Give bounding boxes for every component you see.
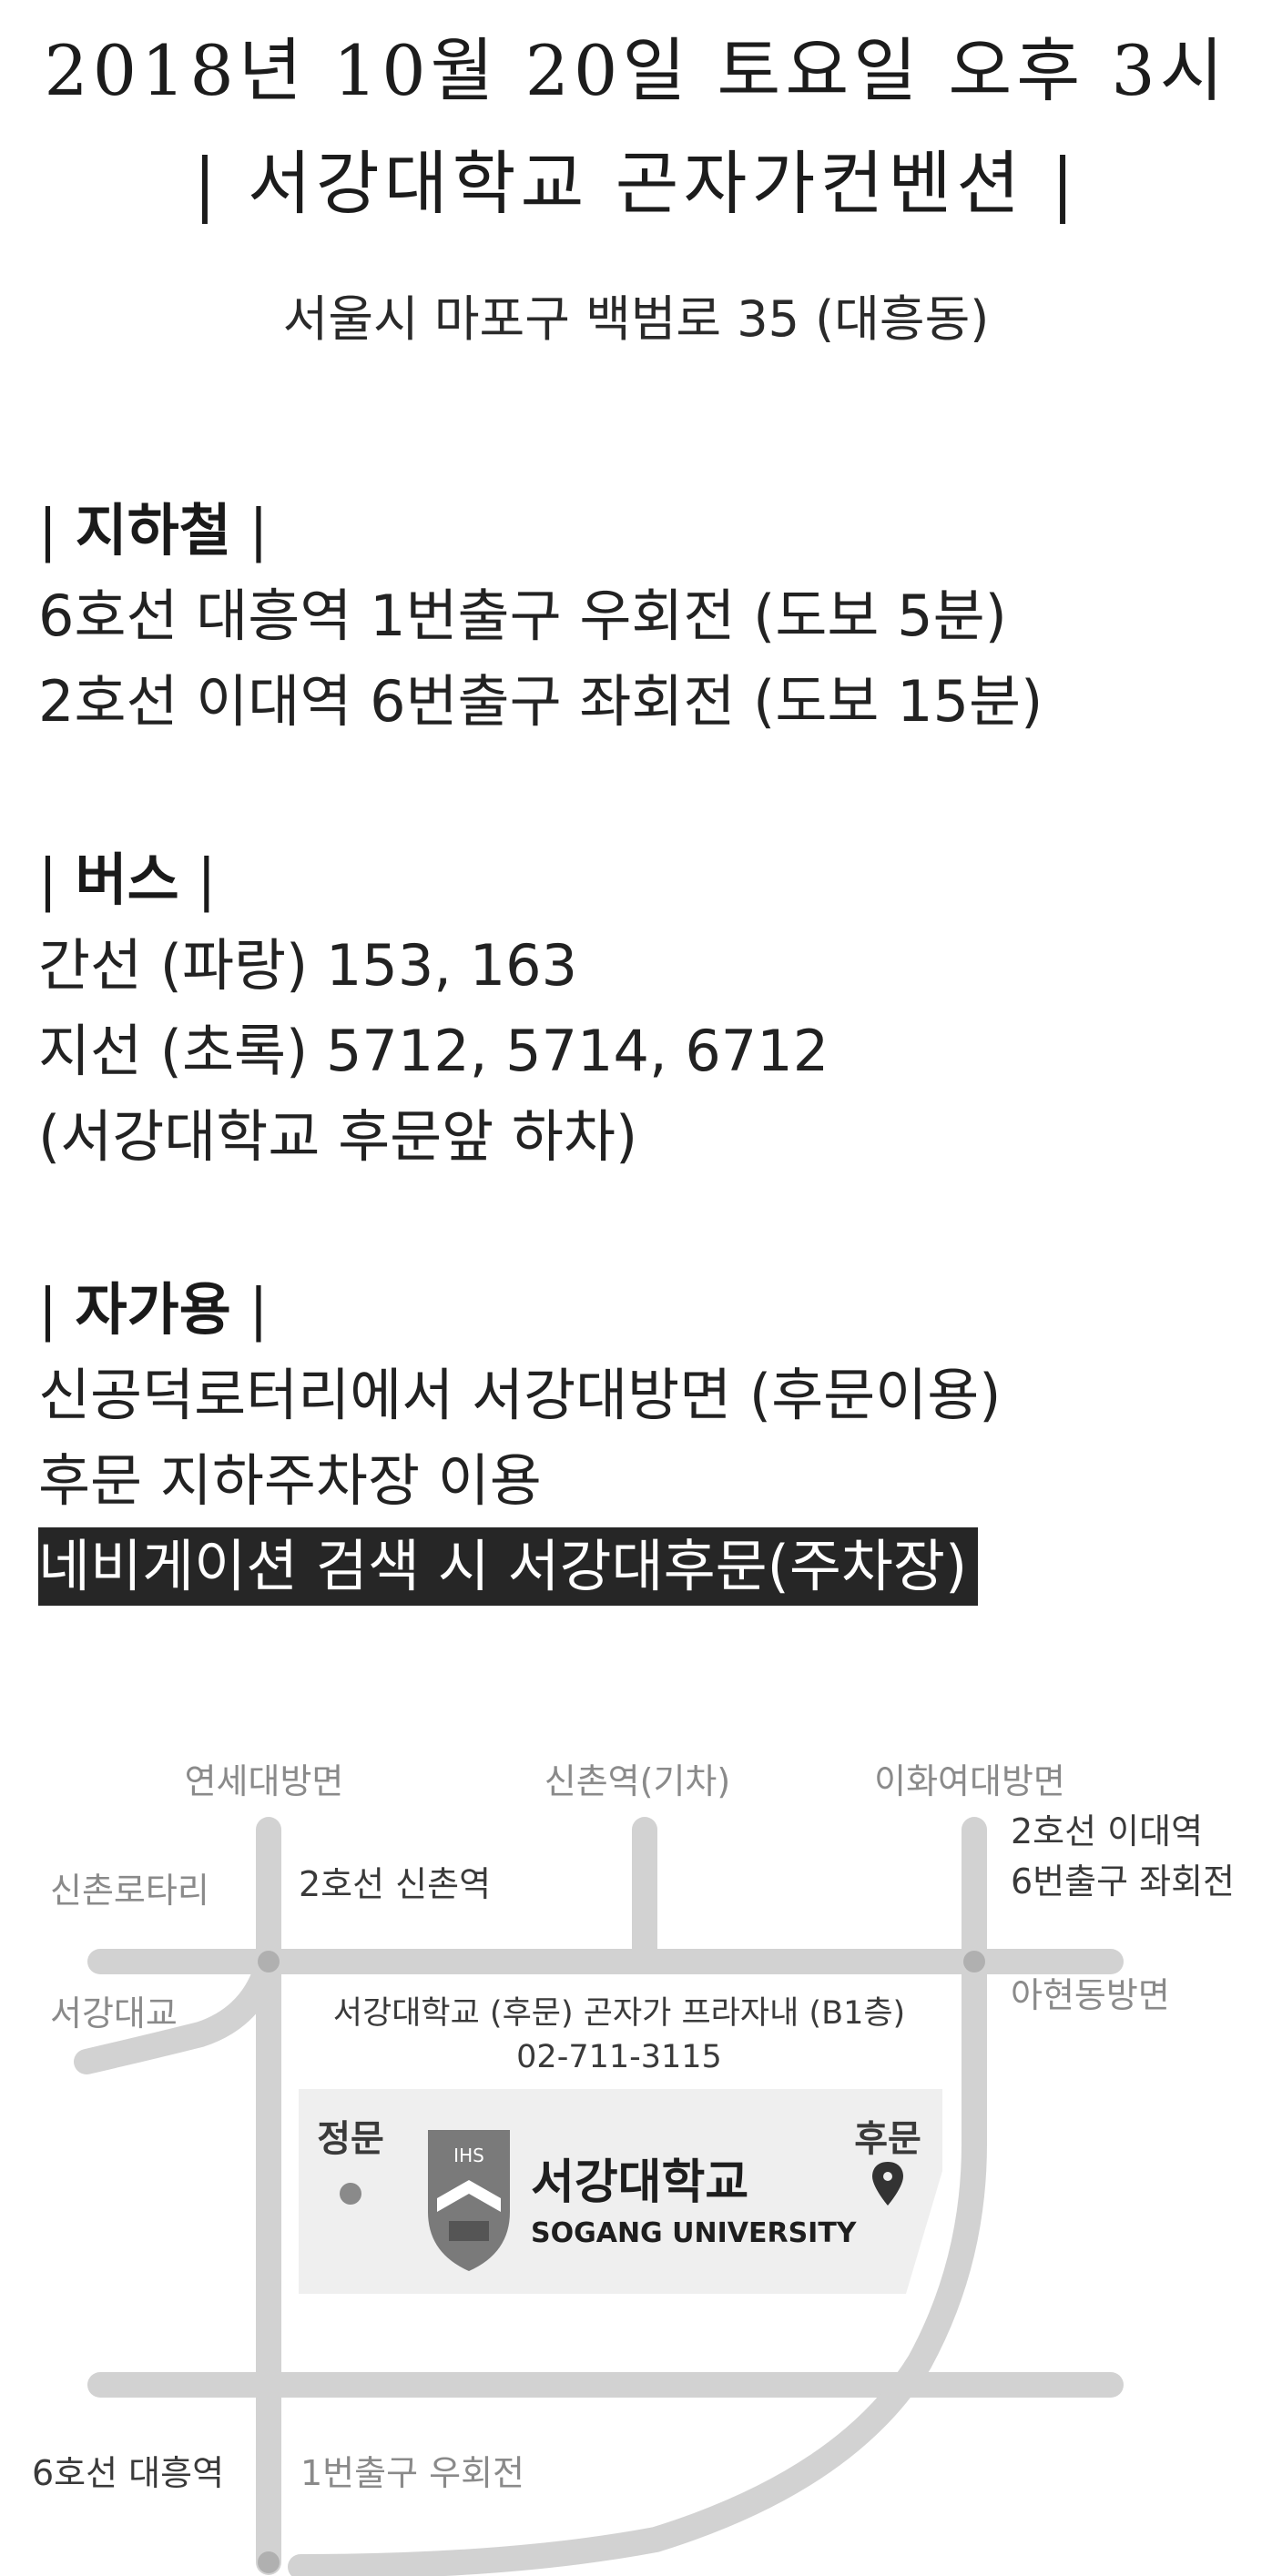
label-sinchon-train: 신촌역(기차) <box>544 1761 730 1801</box>
venue-name: | 서강대학교 곤자가컨벤션 | <box>193 143 1079 224</box>
label-ewha-exit: 6번출구 좌회전 <box>1011 1861 1235 1902</box>
label-ewha: 이화여대방면 <box>874 1761 1065 1801</box>
label-daeheung: 6호선 대흥역 <box>32 2453 224 2493</box>
label-main-gate: 정문 <box>317 2118 384 2160</box>
bus-line-3: (서강대학교 후문앞 하차) <box>38 1103 638 1170</box>
label-phone: 02-711-3115 <box>516 2039 722 2075</box>
label-back-gate: 후문 <box>854 2118 921 2160</box>
subway-line-2: 2호선 이대역 6번출구 좌회전 (도보 15분) <box>38 668 1043 735</box>
subway-line-1: 6호선 대흥역 1번출구 우회전 (도보 5분) <box>38 583 1007 649</box>
logo-english: SOGANG UNIVERSITY <box>531 2217 858 2249</box>
subway-title: | 지하철 | <box>38 497 269 563</box>
label-sinchon-rotary: 신촌로타리 <box>50 1871 209 1911</box>
crest-text: IHS <box>453 2145 484 2166</box>
navigation-highlight: 네비게이션 검색 시 서강대후문(주차장) <box>38 1527 979 1606</box>
label-ahyeon: 아현동방면 <box>1011 1975 1170 2015</box>
label-ewha-station: 2호선 이대역 <box>1011 1811 1203 1851</box>
intersection-marker <box>258 2551 280 2573</box>
bus-section: | 버스 | 간선 (파랑) 153, 163 지선 (초록) 5712, 57… <box>38 837 829 1180</box>
label-exit1: 1번출구 우회전 <box>300 2453 524 2493</box>
event-date: 2018년 10월 20일 토요일 오후 3시 <box>44 30 1228 111</box>
car-line-1: 신공덕로터리에서 서강대방면 (후문이용) <box>38 1362 1002 1428</box>
label-venue: 서강대학교 (후문) 곤자가 프라자내 (B1층) <box>333 1995 905 2032</box>
main-gate-marker <box>340 2183 361 2205</box>
bus-line-1: 간선 (파랑) 153, 163 <box>38 932 578 999</box>
label-sogang-bridge: 서강대교 <box>50 1993 178 2033</box>
bus-title: | 버스 | <box>38 847 217 913</box>
subway-section: | 지하철 | 6호선 대흥역 1번출구 우회전 (도보 5분) 2호선 이대역… <box>38 488 1043 745</box>
venue-address: 서울시 마포구 백범로 35 (대흥동) <box>282 290 990 348</box>
location-map: 연세대방면 신촌역(기차) 이화여대방면 신촌로타리 서강대교 아현동방면 1번… <box>32 1761 1235 2576</box>
logo-korean: 서강대학교 <box>531 2155 748 2210</box>
car-section: | 자가용 | 신공덕로터리에서 서강대방면 (후문이용) 후문 지하주차장 이… <box>38 1267 1001 1609</box>
label-yonsei: 연세대방면 <box>185 1761 344 1801</box>
sogang-crest-logo: IHS <box>428 2130 510 2271</box>
intersection-marker <box>258 1951 280 1973</box>
car-title: | 자가용 | <box>38 1276 269 1343</box>
label-sinchon-station: 2호선 신촌역 <box>299 1864 491 1904</box>
car-line-2: 후문 지하주차장 이용 <box>38 1447 542 1514</box>
bus-line-2: 지선 (초록) 5712, 5714, 6712 <box>38 1018 829 1084</box>
intersection-marker <box>963 1951 985 1973</box>
